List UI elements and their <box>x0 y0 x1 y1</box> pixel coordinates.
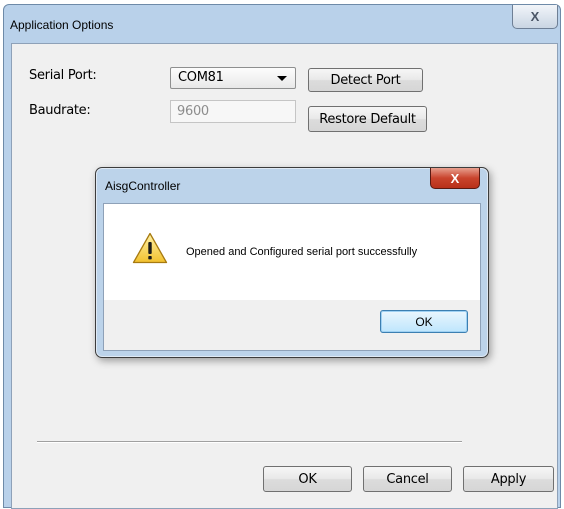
separator <box>37 441 462 443</box>
baudrate-input[interactable]: 9600 <box>170 100 296 123</box>
apply-button[interactable]: Apply <box>463 466 554 492</box>
serial-port-combobox[interactable]: COM81 <box>170 67 296 89</box>
dialog-title: AisgController <box>105 179 181 193</box>
dialog-body: Opened and Configured serial port succes… <box>103 203 481 351</box>
dropdown-arrow-icon <box>277 76 287 81</box>
dialog-message: Opened and Configured serial port succes… <box>186 246 418 258</box>
serial-port-label: Serial Port: <box>29 68 97 83</box>
ok-button[interactable]: OK <box>263 466 352 492</box>
message-dialog: AisgController X Opened and Configured s… <box>95 167 489 358</box>
close-icon: X <box>450 170 460 186</box>
restore-default-button[interactable]: Restore Default <box>308 106 427 132</box>
window-title: Application Options <box>10 18 114 32</box>
window-close-button[interactable]: X <box>512 5 558 29</box>
baudrate-label: Baudrate: <box>29 103 91 118</box>
warning-icon <box>132 232 168 264</box>
serial-port-value: COM81 <box>178 70 224 85</box>
dialog-close-button[interactable]: X <box>430 168 480 189</box>
dialog-ok-button[interactable]: OK <box>380 310 468 333</box>
detect-port-button[interactable]: Detect Port <box>308 68 423 92</box>
dialog-message-area: Opened and Configured serial port succes… <box>104 204 480 300</box>
close-icon: X <box>530 9 540 24</box>
baudrate-value: 9600 <box>177 104 209 119</box>
cancel-button[interactable]: Cancel <box>363 466 452 492</box>
